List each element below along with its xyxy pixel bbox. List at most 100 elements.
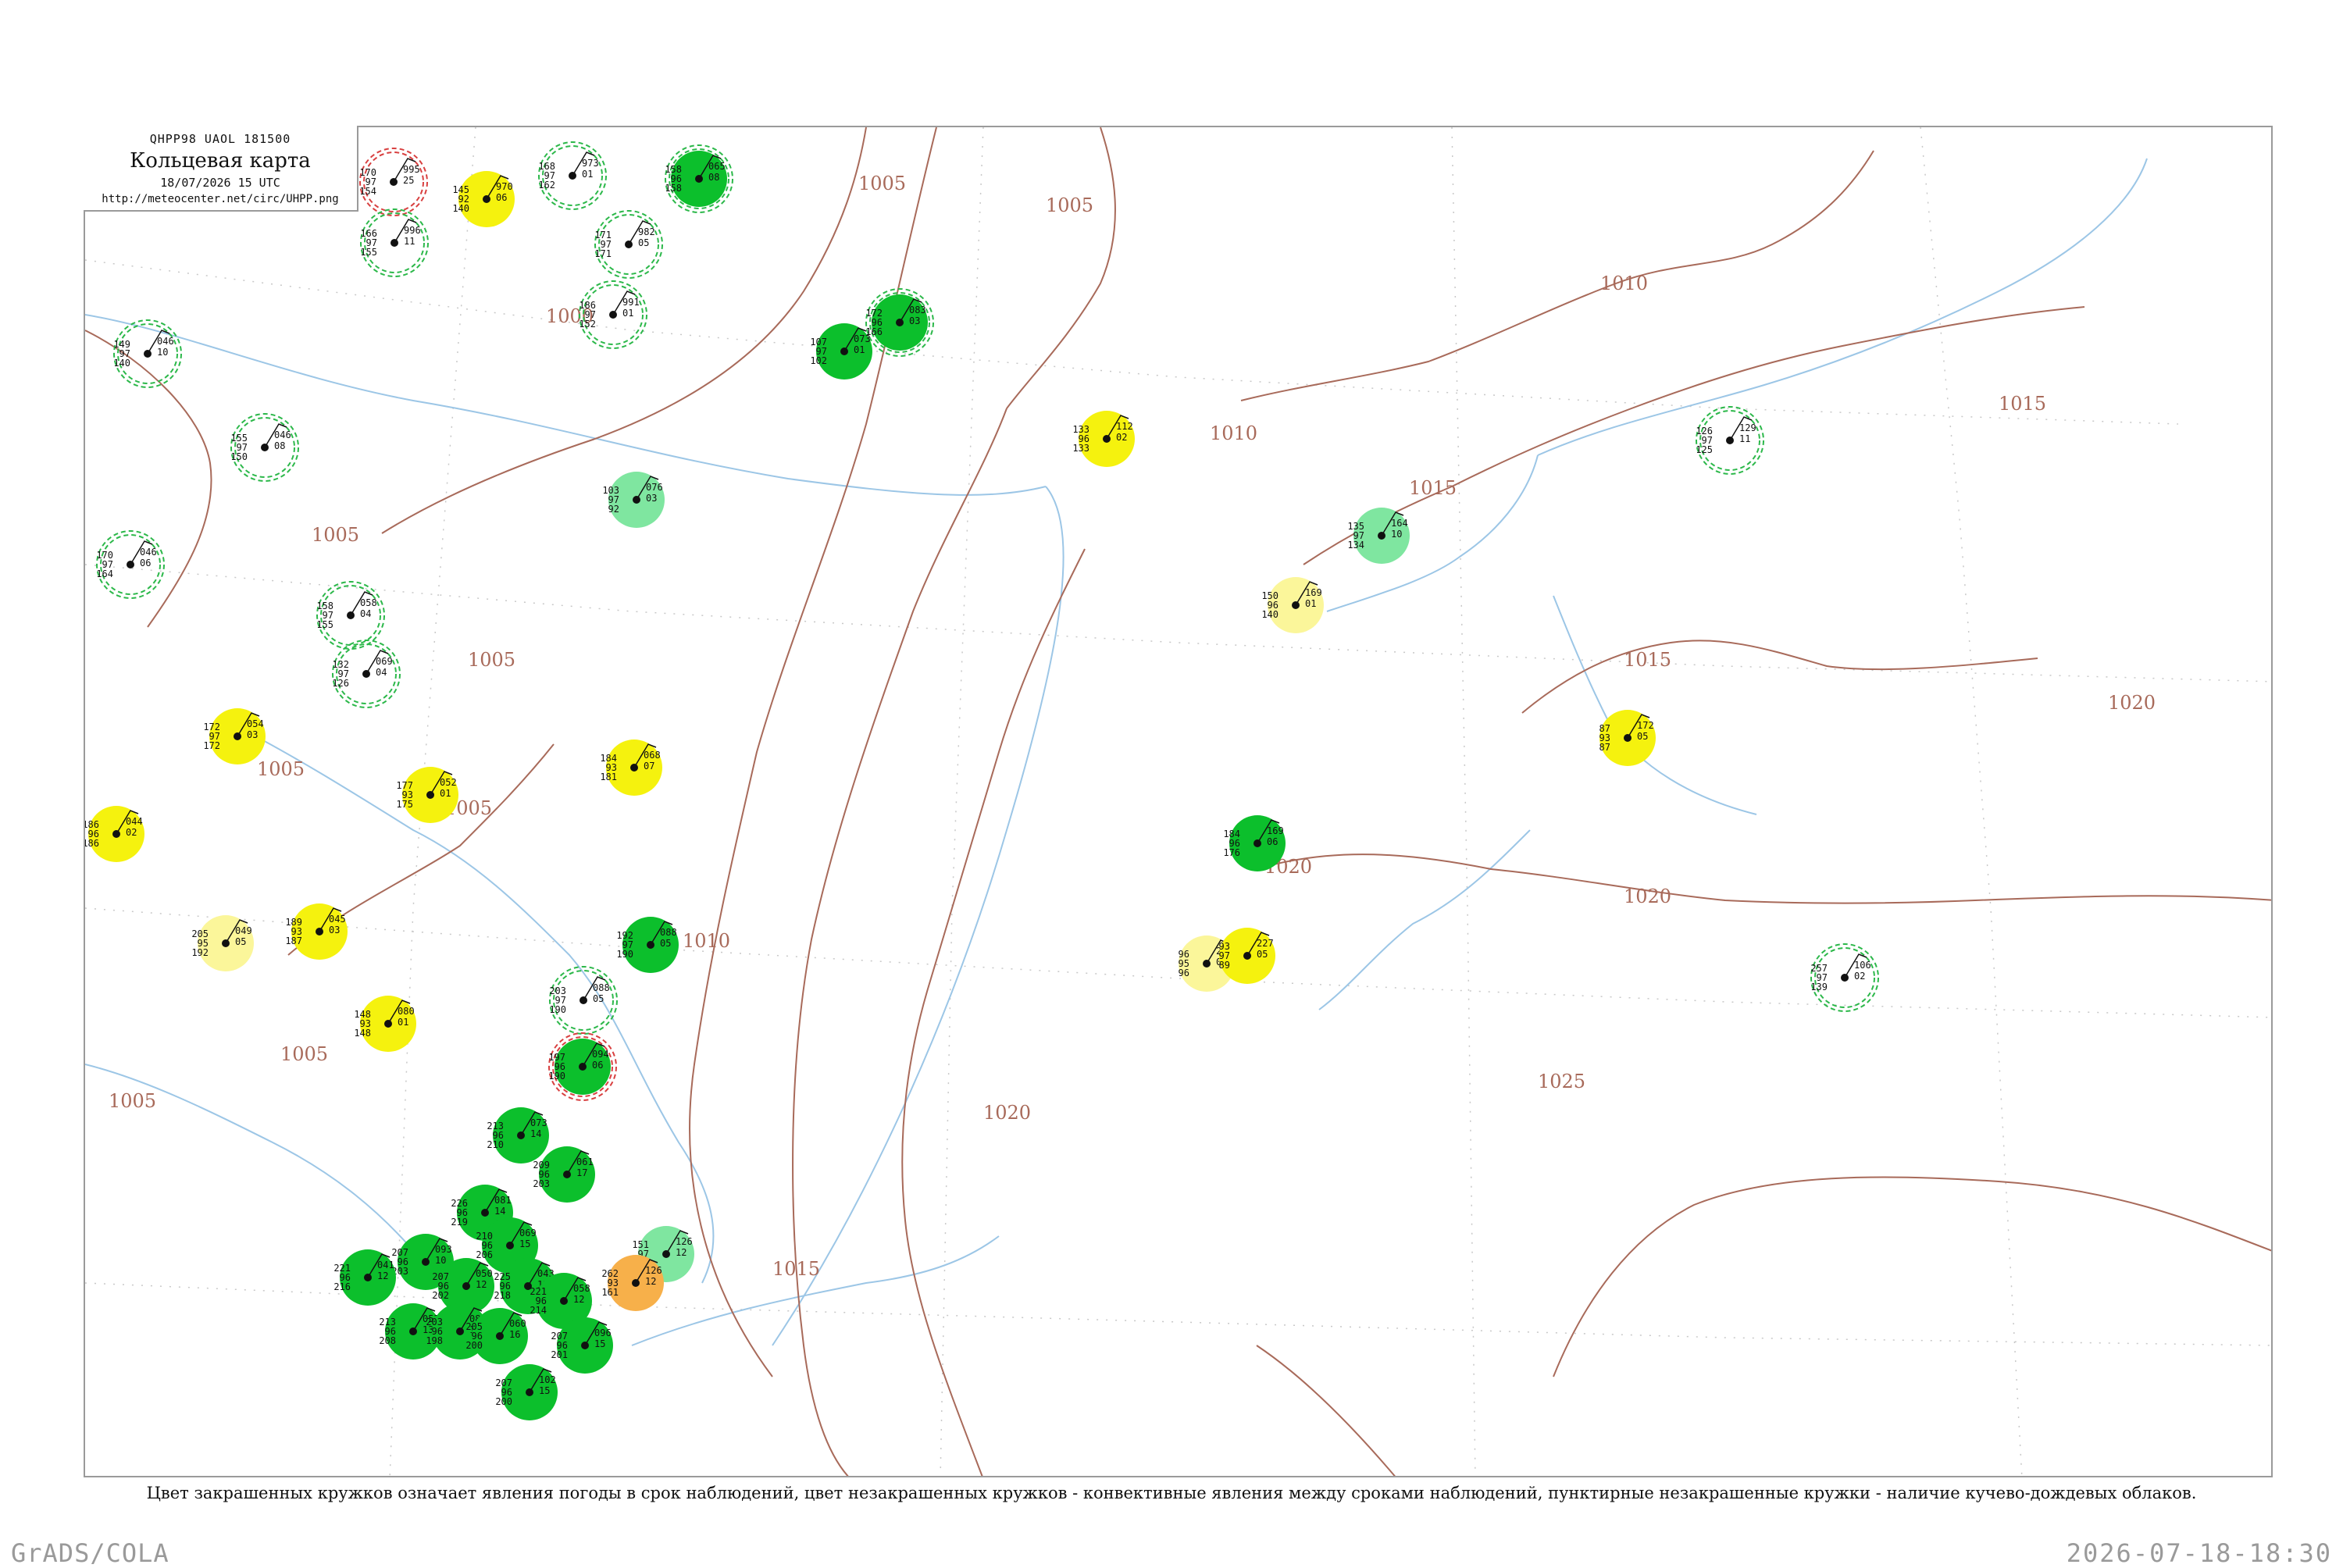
station-tendency: 15 [519, 1238, 530, 1249]
station-pressure: 093 [435, 1244, 452, 1255]
station-marker[interactable]: 1869715299101 [579, 280, 647, 349]
station-pressure: 061 [576, 1156, 594, 1167]
station-marker[interactable]: 1729717205403 [203, 708, 266, 764]
station-marker[interactable]: 2059519204905 [191, 915, 254, 971]
station-pressure: 076 [646, 482, 663, 493]
station-marker[interactable]: 1779317505201 [396, 767, 458, 823]
station-marker[interactable]: 1719717198205 [594, 210, 663, 279]
station-pressure: 088 [660, 927, 677, 938]
station-tendency: 12 [377, 1270, 388, 1281]
isobar-label: 1025 [1538, 1071, 1585, 1092]
station-pressure: 081 [494, 1195, 512, 1206]
station-dewpoint: 208 [379, 1335, 396, 1346]
station-pressure: 227 [1257, 938, 1274, 949]
station-marker[interactable]: 2039719008805 [549, 966, 618, 1035]
station-marker[interactable]: 1849318106807 [600, 739, 662, 796]
isobar-labels: 1005 1005 1005 1005 1005 1005 1005 1005 … [109, 173, 2156, 1280]
station-marker[interactable]: 2079620010215 [495, 1364, 558, 1420]
station-dewpoint: 172 [203, 740, 220, 751]
station-dewpoint: 214 [530, 1305, 547, 1316]
station-tendency: 04 [360, 608, 371, 619]
station-marker[interactable]: 1339613311202 [1072, 411, 1135, 467]
station-marker[interactable]: 1729616608303 [865, 288, 934, 357]
station-pressure: 073 [854, 333, 871, 344]
station-marker[interactable]: 1689716297301 [538, 141, 607, 210]
station-dewpoint: 206 [476, 1249, 493, 1260]
station-marker[interactable]: 1589715505804 [316, 581, 385, 650]
isobar-label: 1005 [468, 649, 515, 671]
station-marker[interactable]: 1589615806508 [665, 144, 733, 213]
station-tendency: 25 [403, 175, 414, 186]
station-marker[interactable]: 1559715004608 [230, 413, 299, 482]
station-dewpoint: 190 [549, 1004, 566, 1015]
station-marker[interactable]: 1269712512911 [1696, 406, 1764, 475]
station-tendency: 04 [376, 667, 387, 678]
station-dewpoint: 148 [354, 1028, 371, 1039]
station-tendency: 06 [496, 192, 507, 203]
station-pressure: 995 [403, 164, 420, 175]
station-tendency: 07 [644, 761, 654, 772]
station-marker[interactable]: 1709716404606 [96, 530, 165, 599]
station-tendency: 05 [593, 993, 604, 1004]
station-dewpoint: 154 [359, 186, 376, 197]
station-marker[interactable]: 1849617616906 [1223, 815, 1286, 871]
station-marker[interactable]: 2139621007314 [487, 1107, 549, 1164]
station-tendency: 10 [435, 1255, 446, 1266]
station-dewpoint: 176 [1223, 847, 1240, 858]
station-marker[interactable]: 1669715599611 [360, 208, 429, 277]
station-pressure: 069 [519, 1228, 537, 1238]
station-marker[interactable]: 1979619009406 [548, 1032, 617, 1101]
station-marker[interactable]: 1359713416410 [1347, 508, 1410, 564]
station-tendency: 06 [1267, 836, 1278, 847]
station-pressure: 058 [573, 1283, 590, 1294]
station-marker[interactable]: 1329712606904 [332, 640, 401, 708]
station-tendency: 01 [1305, 598, 1316, 609]
station-dewpoint: 203 [533, 1178, 550, 1189]
station-pressure: 052 [440, 777, 457, 788]
station-tendency: 12 [476, 1279, 487, 1290]
station-marker[interactable]: 2219621604112 [333, 1249, 396, 1306]
station-marker[interactable]: 1079710207301 [810, 323, 872, 380]
isobar-label: 1020 [983, 1102, 1031, 1124]
source-url[interactable]: http://meteocenter.net/circ/UHPP.png [84, 193, 357, 205]
station-dewpoint: 171 [594, 248, 612, 259]
station-dewpoint: 152 [579, 319, 596, 330]
station-marker[interactable]: 1899318704503 [285, 903, 348, 960]
station-marker[interactable]: 2099620306117 [533, 1146, 595, 1203]
station-dewpoint: 155 [360, 247, 377, 258]
station-marker[interactable]: 1509614016901 [1261, 577, 1324, 633]
map-canvas[interactable]: 1005 1005 1005 1005 1005 1005 1005 1005 … [85, 127, 2273, 1477]
bulletin-code: QHPP98 UAOL 181500 [149, 132, 291, 146]
station-marker[interactable]: 93978922705 [1219, 928, 1275, 984]
station-pressure: 106 [1854, 960, 1871, 971]
station-tendency: 01 [854, 344, 865, 355]
station-marker[interactable]: 87938717205 [1599, 710, 1656, 766]
station-marker[interactable]: 103979207603 [602, 472, 665, 528]
map-frame[interactable]: 1005 1005 1005 1005 1005 1005 1005 1005 … [84, 126, 2273, 1477]
station-dewpoint: 198 [426, 1335, 443, 1346]
station-pressure: 172 [1637, 720, 1654, 731]
station-marker[interactable]: 1929719008805 [616, 917, 679, 973]
station-marker[interactable]: 1489314808001 [354, 996, 416, 1052]
station-marker[interactable]: 1709715499525 [359, 148, 428, 216]
station-marker[interactable]: 1869618604402 [85, 806, 144, 862]
station-dewpoint: 155 [316, 619, 333, 630]
isobar-label: 1010 [683, 930, 730, 952]
station-pressure: 068 [644, 750, 661, 761]
station-pressure: 073 [530, 1117, 547, 1128]
station-tendency: 15 [539, 1385, 550, 1396]
station-dewpoint: 150 [230, 451, 248, 462]
station-tendency: 03 [646, 493, 657, 504]
station-dewpoint: 126 [332, 678, 349, 689]
station-tendency: 05 [660, 938, 671, 949]
station-dewpoint: 89 [1219, 960, 1230, 971]
station-tendency: 06 [592, 1060, 603, 1071]
station-marker[interactable]: 1499714004610 [113, 319, 182, 388]
station-dewpoint: 200 [495, 1396, 512, 1407]
station-marker[interactable]: 1459214097006 [452, 171, 515, 227]
isobar-label: 1005 [109, 1090, 156, 1112]
station-marker[interactable]: 2579713910602 [1810, 943, 1879, 1012]
station-marker[interactable]: 2629316112612 [601, 1255, 664, 1311]
isobar-label: 1015 [1409, 477, 1457, 499]
station-pressure: 970 [496, 181, 513, 192]
